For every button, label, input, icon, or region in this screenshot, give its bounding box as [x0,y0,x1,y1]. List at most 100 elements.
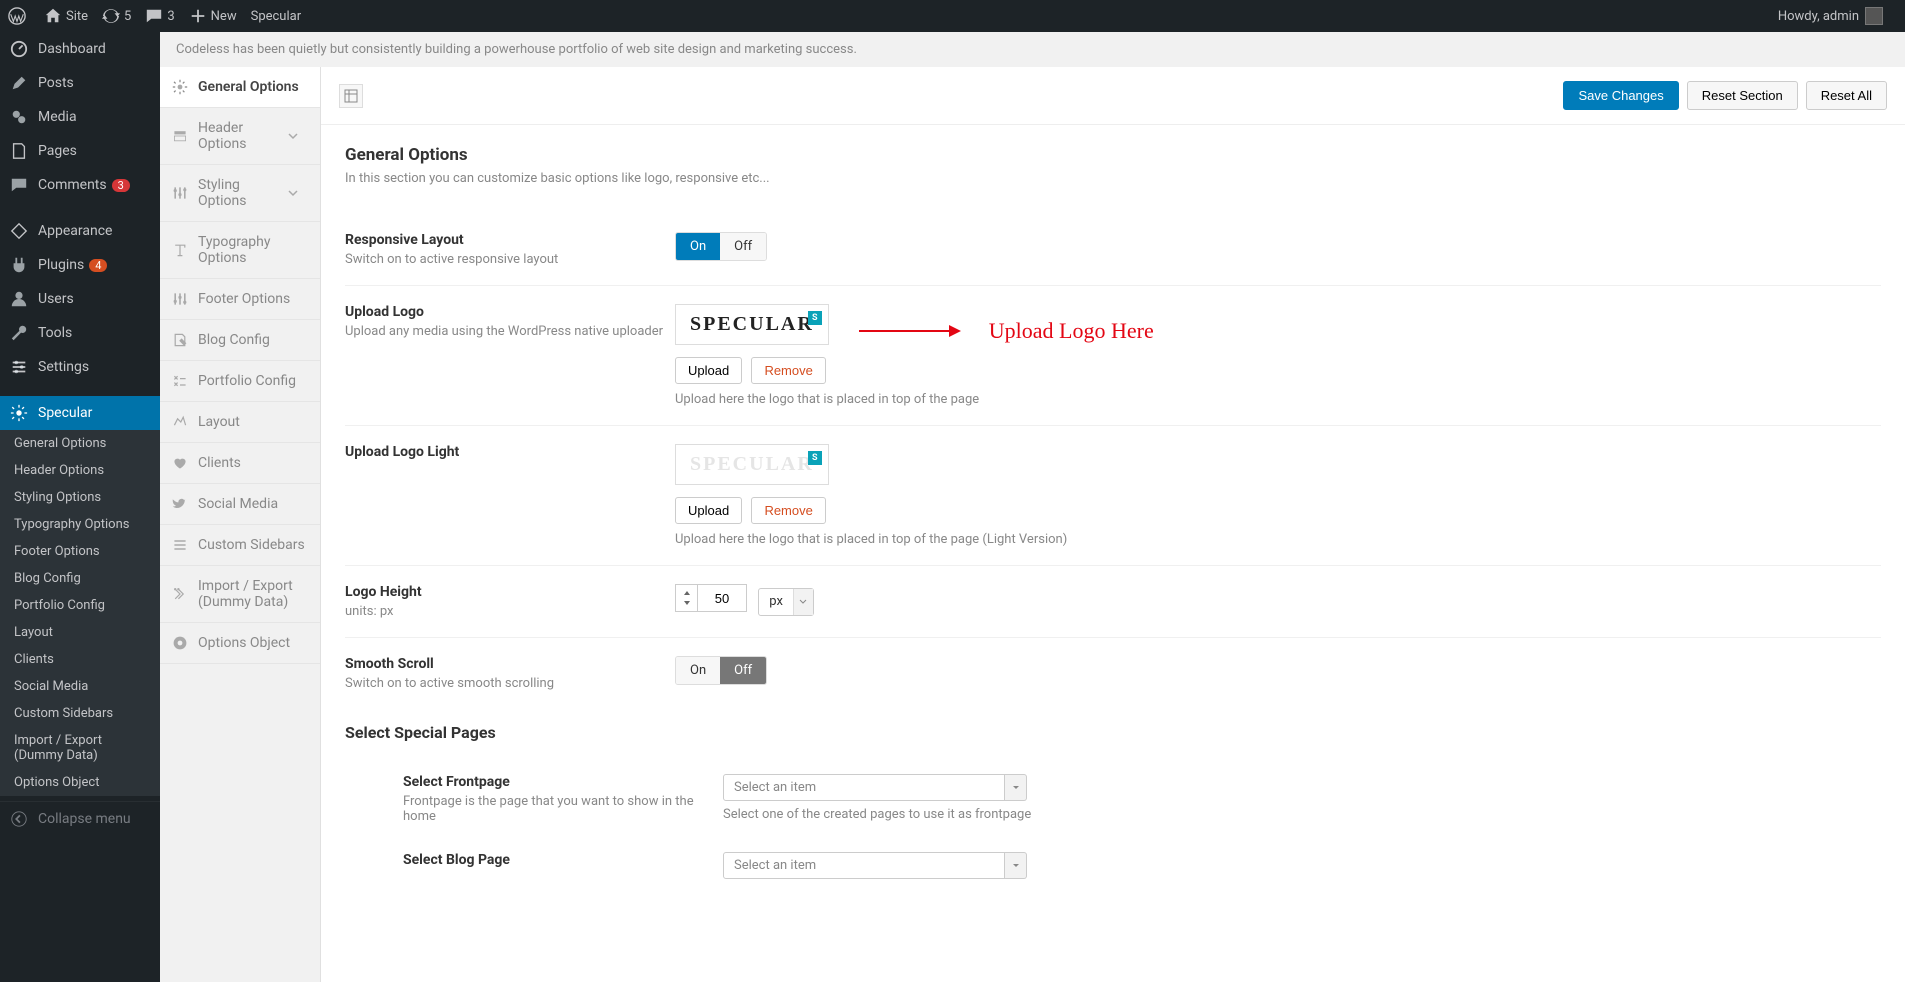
expand-options-button[interactable] [339,84,363,108]
smooth-on[interactable]: On [676,657,720,684]
specular-label: Specular [251,9,302,24]
chevron-down-icon [288,188,298,198]
opt-options-object[interactable]: Options Object [160,623,320,664]
chevron-down-icon [288,131,298,141]
codeless-tagline: Codeless has been quietly but consistent… [160,32,1905,67]
menu-dashboard[interactable]: Dashboard [0,32,160,66]
reset-section-button[interactable]: Reset Section [1687,81,1798,110]
sub-footer-options[interactable]: Footer Options [0,538,160,565]
upload-logo-light-title: Upload Logo Light [345,444,675,460]
section-desc: In this section you can customize basic … [345,171,1881,186]
sub-blog-config[interactable]: Blog Config [0,565,160,592]
frontpage-desc: Frontpage is the page that you want to s… [403,794,723,824]
menu-media[interactable]: Media [0,100,160,134]
annotation-text: Upload Logo Here [989,318,1154,344]
menu-posts[interactable]: Posts [0,66,160,100]
upload-logo-light-button[interactable]: Upload [675,497,742,524]
opt-layout[interactable]: Layout [160,402,320,443]
remove-logo-button[interactable]: Remove [751,357,825,384]
sub-layout[interactable]: Layout [0,619,160,646]
opt-social-media[interactable]: Social Media [160,484,320,525]
opt-styling-options[interactable]: Styling Options [160,165,320,222]
account-link[interactable]: Howdy, admin [1778,7,1883,25]
avatar [1865,7,1883,25]
site-home-link[interactable]: Site [44,7,88,25]
menu-tools[interactable]: Tools [0,316,160,350]
sub-styling-options[interactable]: Styling Options [0,484,160,511]
opt-general-options[interactable]: General Options [160,67,320,108]
menu-settings[interactable]: Settings [0,350,160,384]
opt-clients[interactable]: Clients [160,443,320,484]
opt-portfolio-config[interactable]: Portfolio Config [160,361,320,402]
menu-comments[interactable]: Comments3 [0,168,160,202]
site-name: Site [66,9,88,24]
menu-plugins[interactable]: Plugins4 [0,248,160,282]
specular-link[interactable]: Specular [251,9,302,24]
wp-admin-bar: Site 5 3 New Specular Howdy, admin [0,0,1905,32]
frontpage-title: Select Frontpage [403,774,723,790]
save-changes-button[interactable]: Save Changes [1563,81,1678,110]
plugins-badge: 4 [89,259,107,272]
sub-general-options[interactable]: General Options [0,430,160,457]
smooth-scroll-toggle[interactable]: On Off [675,656,767,685]
collapse-menu[interactable]: Collapse menu [0,801,160,836]
sub-import-export[interactable]: Import / Export (Dummy Data) [0,727,160,769]
sub-typography-options[interactable]: Typography Options [0,511,160,538]
opt-blog-config[interactable]: Blog Config [160,320,320,361]
opt-header-options[interactable]: Header Options [160,108,320,165]
unit-select[interactable]: px [758,588,814,616]
logo-height-input[interactable] [697,584,747,612]
reset-all-button[interactable]: Reset All [1806,81,1887,110]
sub-clients[interactable]: Clients [0,646,160,673]
options-sidebar: General Options Header Options Styling O… [160,67,320,982]
new-content-link[interactable]: New [189,7,237,25]
responsive-toggle[interactable]: On Off [675,232,767,261]
smooth-scroll-desc: Switch on to active smooth scrolling [345,676,675,691]
opt-custom-sidebars[interactable]: Custom Sidebars [160,525,320,566]
logo-light-preview-text: SPECULAR [690,453,814,475]
opt-import-export[interactable]: Import / Export (Dummy Data) [160,566,320,623]
responsive-title: Responsive Layout [345,232,675,248]
frontpage-select[interactable]: Select an item [723,774,1027,801]
wp-logo-icon[interactable] [8,7,30,25]
frontpage-placeholder: Select an item [723,774,1005,801]
new-label: New [211,9,237,24]
unit-label: px [759,594,793,609]
opt-typography-options[interactable]: Typography Options [160,222,320,279]
upload-logo-light-hint: Upload here the logo that is placed in t… [675,532,1881,547]
logo-light-badge-icon: S [808,451,822,465]
sub-header-options[interactable]: Header Options [0,457,160,484]
remove-logo-light-button[interactable]: Remove [751,497,825,524]
blogpage-select[interactable]: Select an item [723,852,1027,879]
logo-preview-text: SPECULAR [690,313,814,335]
wp-sidebar: Dashboard Posts Media Pages Comments3 Ap… [0,32,160,982]
menu-users[interactable]: Users [0,282,160,316]
special-pages-title: Select Special Pages [345,723,1881,742]
opt-footer-options[interactable]: Footer Options [160,279,320,320]
comments-link[interactable]: 3 [145,7,174,25]
height-spinner-icon[interactable] [675,584,697,612]
logo-light-preview: SPECULAR S [675,444,829,485]
menu-appearance[interactable]: Appearance [0,214,160,248]
responsive-on[interactable]: On [676,233,720,260]
updates-link[interactable]: 5 [102,7,131,25]
annotation-arrow [859,325,961,337]
section-title: General Options [345,145,1881,165]
responsive-off[interactable]: Off [720,233,766,260]
chevron-down-icon [1005,774,1027,801]
blogpage-title: Select Blog Page [403,852,723,868]
frontpage-hint: Select one of the created pages to use i… [723,807,1881,822]
upload-logo-title: Upload Logo [345,304,675,320]
sub-portfolio-config[interactable]: Portfolio Config [0,592,160,619]
menu-specular[interactable]: Specular [0,396,160,430]
menu-pages[interactable]: Pages [0,134,160,168]
logo-preview: SPECULAR S [675,304,829,345]
smooth-off[interactable]: Off [720,657,766,684]
sub-social-media[interactable]: Social Media [0,673,160,700]
sub-options-object[interactable]: Options Object [0,769,160,796]
chevron-down-icon [1005,852,1027,879]
logo-badge-icon: S [808,311,822,325]
sub-custom-sidebars[interactable]: Custom Sidebars [0,700,160,727]
upload-logo-button[interactable]: Upload [675,357,742,384]
updates-count: 5 [124,9,131,24]
